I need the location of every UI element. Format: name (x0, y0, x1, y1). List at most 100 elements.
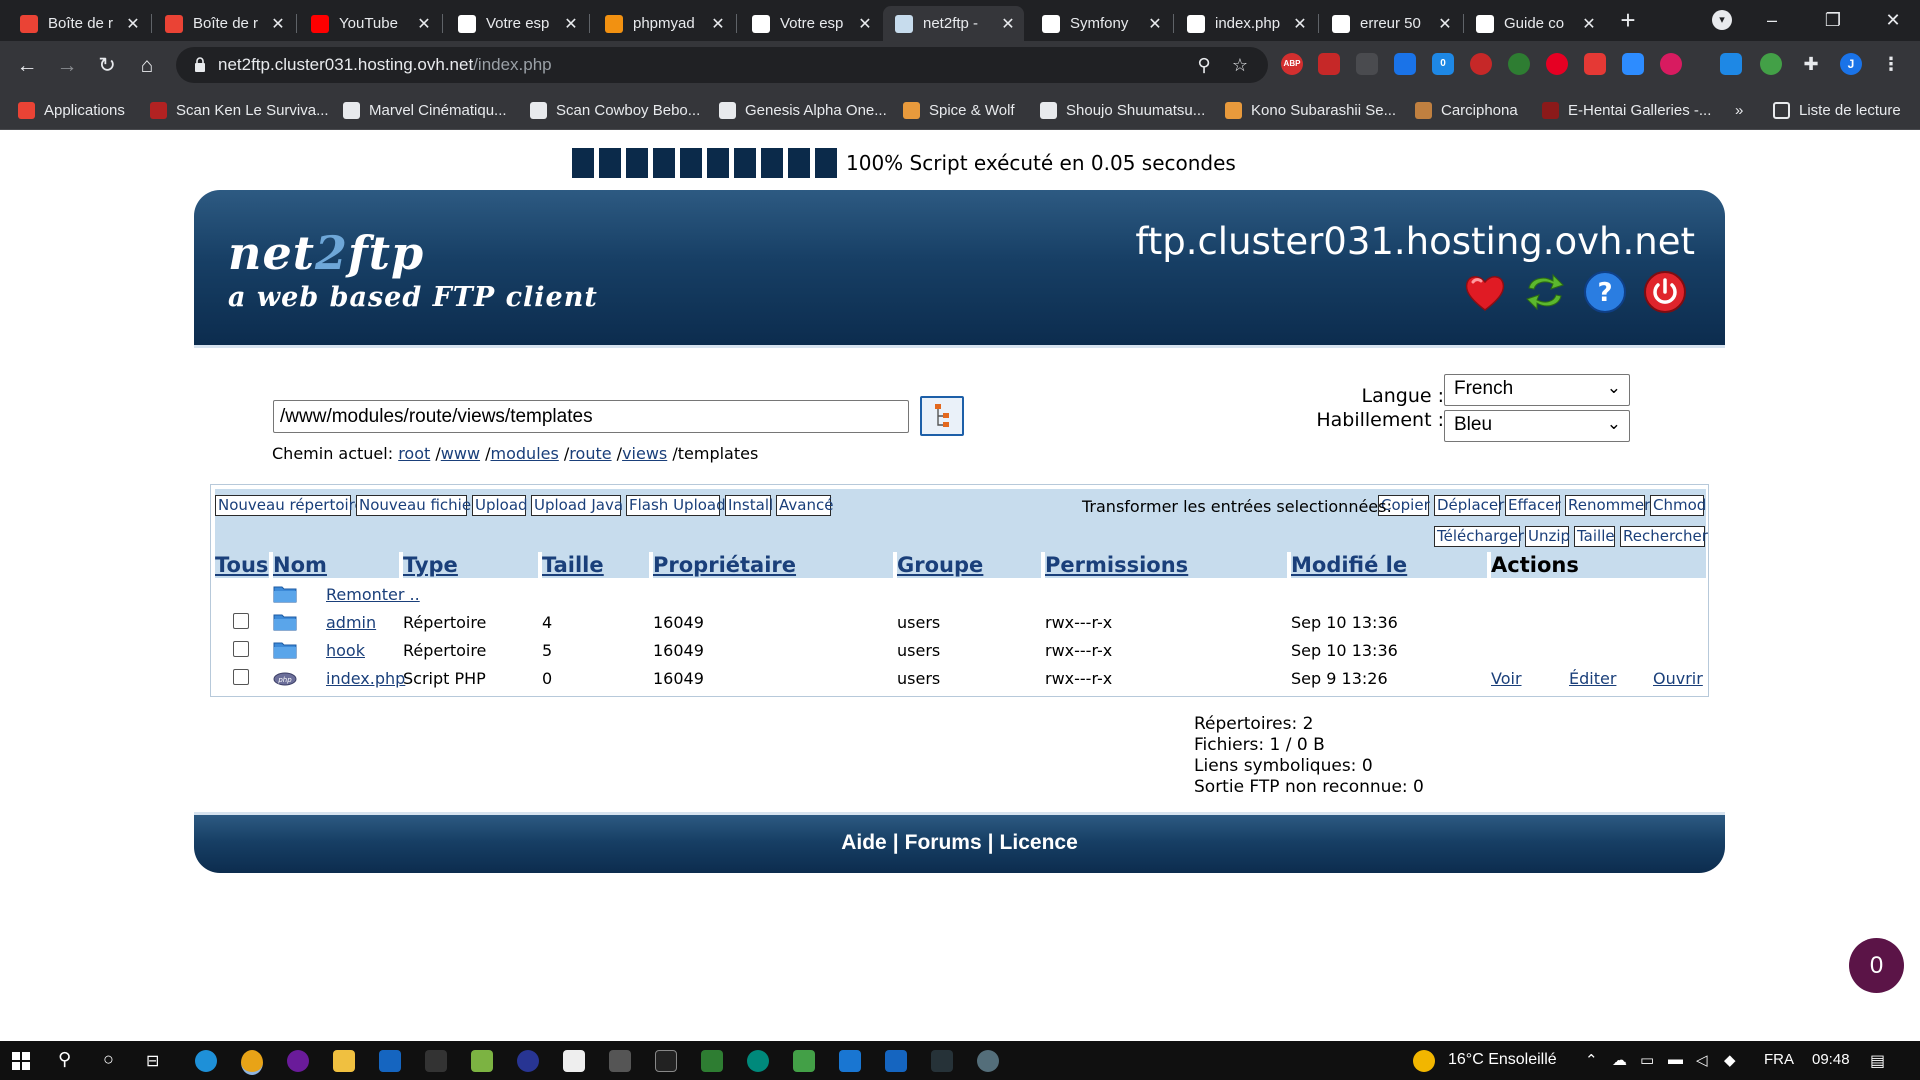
green-app-icon[interactable] (793, 1050, 815, 1072)
bookmark-8[interactable]: Carciphona (1415, 99, 1518, 121)
column-header-nom[interactable]: Nom (273, 552, 399, 578)
action-button-3[interactable]: Upload Java (531, 495, 623, 516)
row-checkbox[interactable] (233, 641, 249, 657)
tab-3[interactable]: Votre esp ✕ (446, 6, 587, 41)
action-button-2[interactable]: Upload (472, 495, 528, 516)
bookmark-star-icon[interactable]: ☆ (1230, 55, 1250, 75)
green-extension-icon[interactable] (1508, 53, 1530, 75)
dots-extension-icon[interactable] (1660, 53, 1682, 75)
row-action-ouvrir[interactable]: Ouvrir (1653, 669, 1703, 688)
close-tab-icon[interactable]: ✕ (416, 14, 432, 34)
translate-icon[interactable] (1394, 53, 1416, 75)
tab-0[interactable]: Boîte de r ✕ (8, 6, 149, 41)
transform-button-row2-3[interactable]: Rechercher (1620, 526, 1708, 547)
dropbox-tray-icon[interactable]: ◆ (1724, 1051, 1736, 1069)
home-icon[interactable]: ⌂ (131, 50, 163, 82)
column-header-type[interactable]: Type (403, 552, 538, 578)
reading-list[interactable]: Liste de lecture (1773, 99, 1901, 121)
cortana-icon[interactable]: ○ (103, 1049, 114, 1070)
column-header-tous[interactable]: Tous (215, 552, 269, 578)
file-explorer-icon[interactable] (333, 1050, 355, 1072)
task-view-icon[interactable]: ⊟ (146, 1051, 159, 1071)
edge-icon[interactable] (195, 1050, 217, 1072)
windows-start-icon[interactable] (12, 1052, 30, 1070)
path-link-1[interactable]: www (441, 444, 480, 463)
tab-1[interactable]: Boîte de r ✕ (153, 6, 294, 41)
profile-avatar[interactable]: J (1840, 53, 1862, 75)
tab-9[interactable]: erreur 50 ✕ (1320, 6, 1461, 41)
restore-icon[interactable]: ❐ (1810, 6, 1856, 34)
bookmark-heart-icon[interactable] (1463, 270, 1507, 314)
pinterest-icon[interactable] (1546, 53, 1568, 75)
transform-button-row2-1[interactable]: Unzip (1525, 526, 1570, 547)
close-window-icon[interactable]: ✕ (1870, 6, 1916, 34)
pdf-extension-icon[interactable] (1318, 53, 1340, 75)
transform-button-1[interactable]: Déplacer (1434, 495, 1504, 516)
menu-kebab-icon[interactable]: ⋮ (1880, 53, 1902, 75)
pen-extension-icon[interactable] (1720, 53, 1742, 75)
path-link-3[interactable]: route (569, 444, 611, 463)
language-select[interactable]: French ⌄ (1444, 374, 1630, 406)
bookmark-5[interactable]: Spice & Wolf (903, 99, 1015, 121)
close-tab-icon[interactable]: ✕ (1437, 14, 1453, 34)
adblock-icon[interactable]: ABP (1281, 53, 1303, 75)
transform-button-3[interactable]: Renommer (1565, 495, 1650, 516)
weather-sun-icon[interactable] (1413, 1050, 1435, 1072)
bookmark-1[interactable]: Scan Ken Le Surviva... (150, 99, 329, 121)
footer-link-licence[interactable]: Licence (1000, 831, 1078, 854)
transform-button-row2-0[interactable]: Télécharger (1434, 526, 1524, 547)
chat-badge[interactable]: 0 (1849, 938, 1904, 993)
tray-chevron-icon[interactable]: ⌃ (1585, 1051, 1598, 1069)
column-header-groupe[interactable]: Groupe (897, 552, 1041, 578)
battery-icon[interactable]: ▬ (1668, 1051, 1683, 1068)
back-icon[interactable]: ← (11, 50, 43, 82)
zoom-meeting-icon[interactable] (1622, 53, 1644, 75)
action-button-5[interactable]: Install (725, 495, 773, 516)
parent-directory-row[interactable]: Remonter .. (215, 580, 1706, 608)
close-tab-icon[interactable]: ✕ (1147, 14, 1163, 34)
path-link-0[interactable]: root (398, 444, 430, 463)
refresh-icon[interactable] (1523, 270, 1567, 314)
logout-power-icon[interactable] (1643, 270, 1687, 314)
more-bookmarks-icon[interactable]: » (1735, 99, 1743, 121)
tab-10[interactable]: Guide co ✕ (1464, 6, 1605, 41)
dropbox-icon[interactable] (1356, 53, 1378, 75)
minimize-icon[interactable]: – (1749, 6, 1795, 34)
close-tab-icon[interactable]: ✕ (563, 14, 579, 34)
transform-button-4[interactable]: Chmod (1650, 495, 1706, 516)
ublock-icon[interactable] (1470, 53, 1492, 75)
parent-directory-link[interactable]: Remonter .. (326, 585, 420, 604)
row-action-voir[interactable]: Voir (1491, 669, 1522, 688)
tor-icon[interactable] (287, 1050, 309, 1072)
z-app-icon[interactable] (839, 1050, 861, 1072)
cloud-icon[interactable]: ☁ (1612, 1051, 1627, 1069)
bookmark-2[interactable]: Marvel Cinématiqu... (343, 99, 507, 121)
help-icon[interactable]: ? (1583, 270, 1627, 314)
row-checkbox[interactable] (233, 613, 249, 629)
net2ftp-logo[interactable]: net2ftp (228, 226, 424, 280)
vpn-icon[interactable] (379, 1050, 401, 1072)
notepad-icon[interactable] (563, 1050, 585, 1072)
row-action-editer[interactable]: Éditer (1569, 669, 1616, 688)
settings-app-icon[interactable] (977, 1050, 999, 1072)
close-tab-icon[interactable]: ✕ (1292, 14, 1308, 34)
directory-input[interactable] (273, 400, 909, 433)
transform-button-row2-2[interactable]: Taille (1574, 526, 1615, 547)
column-header-propritaire[interactable]: Propriétaire (653, 552, 893, 578)
close-tab-icon[interactable]: ✕ (1581, 14, 1597, 34)
column-header-permissions[interactable]: Permissions (1045, 552, 1287, 578)
path-link-2[interactable]: modules (491, 444, 559, 463)
arduino-icon[interactable] (747, 1050, 769, 1072)
tab-7[interactable]: Symfony ✕ (1030, 6, 1171, 41)
bookmark-9[interactable]: E-Hentai Galleries -... (1542, 99, 1711, 121)
tab-search-icon[interactable]: ▾ (1712, 10, 1732, 30)
action-button-6[interactable]: Avancé (776, 495, 833, 516)
tab-5[interactable]: Votre esp ✕ (740, 6, 881, 41)
action-button-4[interactable]: Flash Upload (626, 495, 726, 516)
search-icon[interactable]: ⚲ (58, 1049, 71, 1070)
mail-app-icon[interactable] (931, 1050, 953, 1072)
bookmark-7[interactable]: Kono Subarashii Se... (1225, 99, 1396, 121)
footer-link-forums[interactable]: Forums (905, 831, 982, 854)
tab-2[interactable]: YouTube ✕ (299, 6, 440, 41)
terminal-icon[interactable] (655, 1050, 677, 1072)
